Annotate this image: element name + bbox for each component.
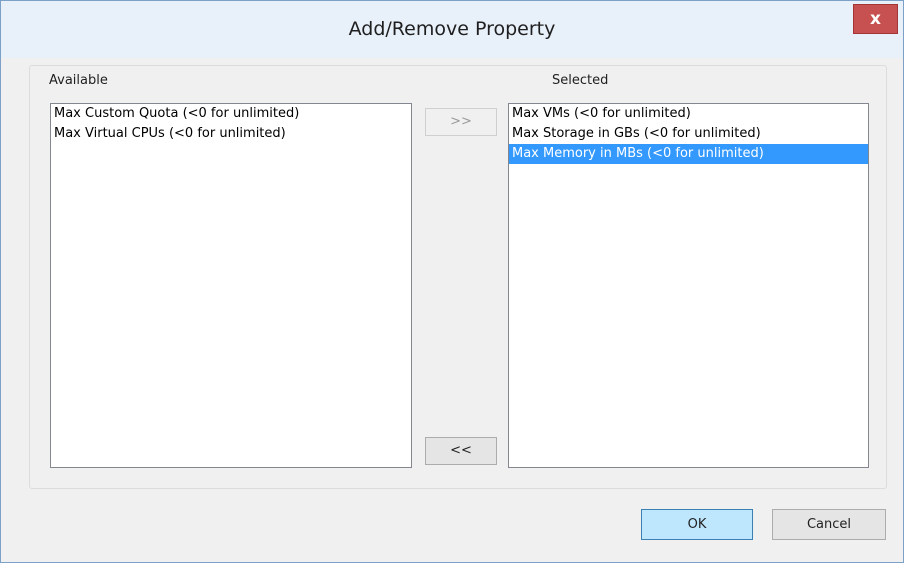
list-item[interactable]: Max Virtual CPUs (<0 for unlimited) [51,124,411,144]
selected-list[interactable]: Max VMs (<0 for unlimited) Max Storage i… [508,103,869,468]
add-button[interactable]: >> [425,108,497,136]
selected-label: Selected [552,73,609,88]
title-bar: Add/Remove Property x [1,1,903,58]
list-item[interactable]: Max Custom Quota (<0 for unlimited) [51,104,411,124]
available-label: Available [49,73,108,88]
list-item[interactable]: Max Storage in GBs (<0 for unlimited) [509,124,868,144]
close-button[interactable]: x [853,4,898,34]
remove-button[interactable]: << [425,437,497,465]
list-item[interactable]: Max VMs (<0 for unlimited) [509,104,868,124]
list-item-selected[interactable]: Max Memory in MBs (<0 for unlimited) [509,144,868,164]
cancel-button[interactable]: Cancel [772,509,886,540]
add-remove-property-dialog: Add/Remove Property x Available Selected… [0,0,904,563]
available-list[interactable]: Max Custom Quota (<0 for unlimited) Max … [50,103,412,468]
ok-button[interactable]: OK [641,509,753,540]
dialog-title: Add/Remove Property [348,18,556,40]
